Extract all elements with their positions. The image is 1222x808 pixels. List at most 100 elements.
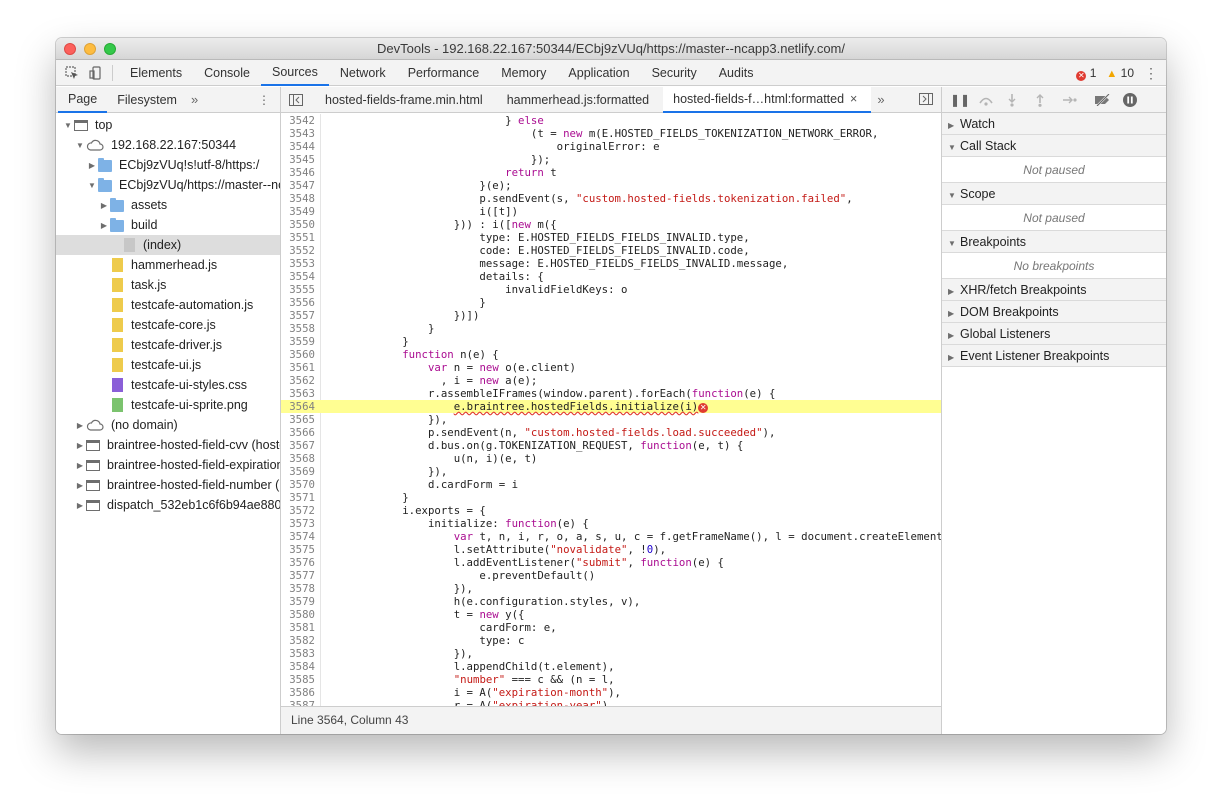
tree-item[interactable]: testcafe-ui.js [56, 355, 280, 375]
line-number[interactable]: 3560 [281, 348, 315, 361]
tree-item[interactable]: ▼ top [56, 115, 280, 135]
line-number[interactable]: 3556 [281, 296, 315, 309]
line-number[interactable]: 3581 [281, 621, 315, 634]
step-into-icon[interactable] [1006, 93, 1020, 107]
collapsed-arrow-icon[interactable]: ▶ [74, 421, 86, 430]
pause-icon[interactable]: ❚❚ [950, 93, 970, 107]
tab-application[interactable]: Application [557, 60, 640, 86]
tab-network[interactable]: Network [329, 60, 397, 86]
section-xhr-fetch-breakpoints[interactable]: ▶ XHR/fetch Breakpoints [942, 279, 1166, 301]
line-number[interactable]: 3562 [281, 374, 315, 387]
tree-item[interactable]: ▼ ECbj9zVUq/https://master--ncapp3.netlif… [56, 175, 280, 195]
tree-item[interactable]: testcafe-driver.js [56, 335, 280, 355]
collapsed-arrow-icon[interactable]: ▶ [74, 441, 86, 450]
tab-page[interactable]: Page [58, 87, 108, 113]
error-marker-icon[interactable]: ✕ [698, 403, 709, 413]
editor-tab[interactable]: hammerhead.js:formatted [497, 87, 663, 113]
device-toolbar-icon[interactable] [84, 60, 108, 86]
line-number[interactable]: 3551 [281, 231, 315, 244]
tree-item[interactable]: testcafe-ui-styles.css [56, 375, 280, 395]
line-number[interactable]: 3553 [281, 257, 315, 270]
line-number[interactable]: 3544 [281, 140, 315, 153]
code-view[interactable]: 3542 } else 3543 (t = new m(E.HOSTED_FIEL… [281, 114, 941, 706]
tab-performance[interactable]: Performance [397, 60, 491, 86]
line-number[interactable]: 3554 [281, 270, 315, 283]
more-editor-tabs-icon[interactable]: » [871, 92, 890, 107]
tree-item[interactable]: ▶ assets [56, 195, 280, 215]
tab-console[interactable]: Console [193, 60, 261, 86]
line-number[interactable]: 3566 [281, 426, 315, 439]
collapsed-arrow-icon[interactable]: ▶ [74, 481, 86, 490]
line-number[interactable]: 3584 [281, 660, 315, 673]
line-number[interactable]: 3574 [281, 530, 315, 543]
deactivate-breakpoints-icon[interactable] [1094, 93, 1110, 106]
line-number[interactable]: 3557 [281, 309, 315, 322]
tree-item[interactable]: testcafe-automation.js [56, 295, 280, 315]
line-number[interactable]: 3548 [281, 192, 315, 205]
line-number[interactable]: 3575 [281, 543, 315, 556]
section-dom-breakpoints[interactable]: ▶ DOM Breakpoints [942, 301, 1166, 323]
line-number[interactable]: 3571 [281, 491, 315, 504]
collapsed-arrow-icon[interactable]: ▶ [74, 461, 86, 470]
line-number[interactable]: 3582 [281, 634, 315, 647]
line-number[interactable]: 3559 [281, 335, 315, 348]
tree-item[interactable]: testcafe-core.js [56, 315, 280, 335]
tree-item[interactable]: ▶ dispatch_532eb1c6f6b94ae880b [56, 495, 280, 515]
section-event-listener-breakpoints[interactable]: ▶ Event Listener Breakpoints [942, 345, 1166, 367]
section-scope[interactable]: ▼ Scope [942, 183, 1166, 205]
tab-sources[interactable]: Sources [260, 60, 329, 86]
line-number[interactable]: 3542 [281, 114, 315, 127]
error-counter[interactable]: ✕ 1 [1076, 66, 1096, 81]
line-number[interactable]: 3564 [281, 400, 315, 413]
maximize-window-button[interactable] [104, 43, 116, 55]
more-tabs-icon[interactable]: » [187, 92, 202, 107]
line-number[interactable]: 3570 [281, 478, 315, 491]
line-number[interactable]: 3585 [281, 673, 315, 686]
navigator-menu-icon[interactable]: ⋮ [258, 93, 270, 107]
inspect-element-icon[interactable] [60, 60, 84, 86]
line-number[interactable]: 3546 [281, 166, 315, 179]
collapsed-arrow-icon[interactable]: ▶ [98, 201, 110, 210]
line-number[interactable]: 3576 [281, 556, 315, 569]
line-number[interactable]: 3563 [281, 387, 315, 400]
editor-tab[interactable]: hosted-fields-frame.min.html [315, 87, 497, 113]
line-number[interactable]: 3552 [281, 244, 315, 257]
warning-counter[interactable]: ▲ 10 [1106, 66, 1134, 80]
minimize-window-button[interactable] [84, 43, 96, 55]
tab-audits[interactable]: Audits [708, 60, 765, 86]
tab-elements[interactable]: Elements [119, 60, 193, 86]
line-number[interactable]: 3547 [281, 179, 315, 192]
line-number[interactable]: 3550 [281, 218, 315, 231]
line-number[interactable]: 3558 [281, 322, 315, 335]
line-number[interactable]: 3578 [281, 582, 315, 595]
line-number[interactable]: 3569 [281, 465, 315, 478]
collapsed-arrow-icon[interactable]: ▶ [74, 501, 86, 510]
toggle-debugger-icon[interactable] [919, 93, 933, 105]
collapsed-arrow-icon[interactable]: ▶ [86, 161, 98, 170]
close-tab-icon[interactable]: × [850, 92, 857, 106]
pause-on-exceptions-icon[interactable] [1122, 92, 1137, 108]
line-number[interactable]: 3586 [281, 686, 315, 699]
tree-item[interactable]: ▶ braintree-hosted-field-number (hosted-f… [56, 475, 280, 495]
line-number[interactable]: 3583 [281, 647, 315, 660]
line-number[interactable]: 3543 [281, 127, 315, 140]
editor-tab[interactable]: hosted-fields-f…html:formatted × [663, 86, 872, 113]
collapsed-arrow-icon[interactable]: ▶ [98, 221, 110, 230]
tree-item[interactable]: hammerhead.js [56, 255, 280, 275]
expanded-arrow-icon[interactable]: ▼ [74, 141, 86, 150]
line-number[interactable]: 3587 [281, 699, 315, 706]
tree-item[interactable]: ▶ braintree-hosted-field-expirationDate [56, 455, 280, 475]
tree-item[interactable]: ▶ build [56, 215, 280, 235]
line-number[interactable]: 3577 [281, 569, 315, 582]
section-call-stack[interactable]: ▼ Call Stack [942, 135, 1166, 157]
toggle-navigator-icon[interactable] [289, 93, 309, 106]
section-breakpoints[interactable]: ▼ Breakpoints [942, 231, 1166, 253]
line-number[interactable]: 3568 [281, 452, 315, 465]
line-number[interactable]: 3572 [281, 504, 315, 517]
step-icon[interactable] [1062, 94, 1077, 106]
tree-item[interactable]: (index) [56, 235, 280, 255]
line-number[interactable]: 3561 [281, 361, 315, 374]
console-counters[interactable]: ✕ 1 ▲ 10 ⋮ [1076, 60, 1158, 86]
tree-item[interactable]: ▶ braintree-hosted-field-cvv (hosted-fiel… [56, 435, 280, 455]
expanded-arrow-icon[interactable]: ▼ [86, 181, 98, 190]
